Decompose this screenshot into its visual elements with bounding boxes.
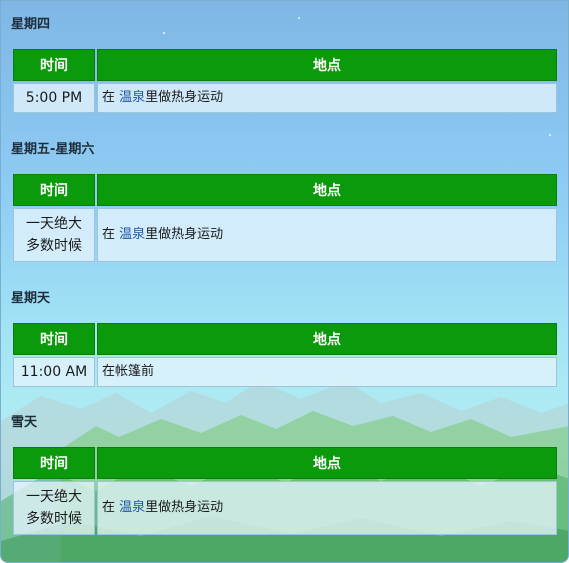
place-cell: 在 温泉里做热身运动 [97, 83, 557, 113]
schedule-table-thursday: 时间 地点 5:00 PM 在 温泉里做热身运动 [11, 47, 559, 115]
time-cell: 11:00 AM [13, 357, 95, 387]
table-row: 5:00 PM 在 温泉里做热身运动 [13, 83, 557, 113]
hot-spring-link[interactable]: 温泉 [119, 90, 145, 105]
section-heading-snow: 雪天 [11, 415, 38, 430]
col-header-time: 时间 [13, 447, 95, 479]
hot-spring-link[interactable]: 温泉 [119, 500, 145, 515]
schedule-table-snow: 时间 地点 一天绝大 多数时候 在 温泉里做热身运动 [11, 445, 559, 537]
table-row: 一天绝大 多数时候 在 温泉里做热身运动 [13, 208, 557, 262]
time-cell: 一天绝大 多数时候 [13, 481, 95, 535]
time-cell: 一天绝大 多数时候 [13, 208, 95, 262]
col-header-time: 时间 [13, 323, 95, 355]
schedule-table-sunday: 时间 地点 11:00 AM 在帐篷前 [11, 321, 559, 389]
place-cell: 在 温泉里做热身运动 [97, 208, 557, 262]
col-header-time: 时间 [13, 174, 95, 206]
section-heading-fri-sat: 星期五-星期六 [11, 142, 95, 157]
place-cell: 在帐篷前 [97, 357, 557, 387]
col-header-place: 地点 [97, 174, 557, 206]
col-header-place: 地点 [97, 49, 557, 81]
section-heading-thursday: 星期四 [11, 17, 51, 32]
table-row: 11:00 AM 在帐篷前 [13, 357, 557, 387]
section-heading-sunday: 星期天 [11, 291, 51, 306]
hot-spring-link[interactable]: 温泉 [119, 227, 145, 242]
schedule-panel: 星期四 时间 地点 5:00 PM 在 温泉里做热身运动 星期五-星期六 时间 … [0, 0, 569, 563]
table-row: 一天绝大 多数时候 在 温泉里做热身运动 [13, 481, 557, 535]
col-header-time: 时间 [13, 49, 95, 81]
col-header-place: 地点 [97, 447, 557, 479]
schedule-table-fri-sat: 时间 地点 一天绝大 多数时候 在 温泉里做热身运动 [11, 172, 559, 264]
time-cell: 5:00 PM [13, 83, 95, 113]
place-cell: 在 温泉里做热身运动 [97, 481, 557, 535]
col-header-place: 地点 [97, 323, 557, 355]
